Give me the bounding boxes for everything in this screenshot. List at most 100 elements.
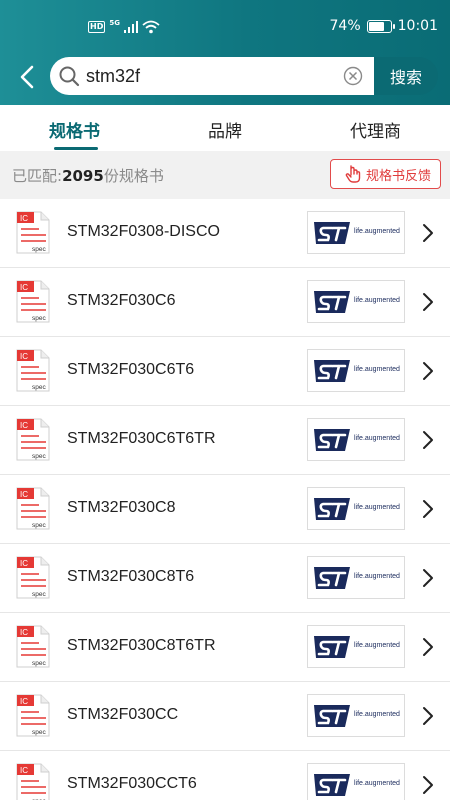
tab-brands[interactable]: 品牌 <box>208 117 242 142</box>
tab-active-indicator <box>54 147 98 150</box>
part-number: STM32F030C6T6 <box>67 361 195 378</box>
part-number: STM32F030C6 <box>67 292 176 309</box>
brand-logo: life.augmented <box>307 763 405 800</box>
brand-logo: life.augmented <box>307 349 405 392</box>
svg-text:spec: spec <box>32 660 46 667</box>
result-row-2[interactable]: IC spec STM32F030C6 life.augmented <box>0 268 450 337</box>
svg-text:spec: spec <box>32 315 46 322</box>
result-row-8[interactable]: IC spec STM32F030CC life.augmented <box>0 682 450 751</box>
search-input[interactable] <box>86 61 336 91</box>
st-logo-icon <box>314 567 350 589</box>
match-prefix: 已匹配: <box>12 167 63 185</box>
match-bar: 已匹配:2095份规格书 规格书反馈 <box>0 151 450 199</box>
result-row-5[interactable]: IC spec STM32F030C8 life.augmented <box>0 475 450 544</box>
search-box <box>50 57 374 95</box>
spec-document-icon: IC spec <box>16 418 50 461</box>
clock: 10:01 <box>397 18 438 34</box>
st-logo-icon <box>314 291 350 313</box>
tab-bar: 规格书 品牌 代理商 <box>0 105 450 151</box>
status-left: HD 5G <box>88 19 160 34</box>
result-list: IC spec STM32F0308-DISCO life.augmented <box>0 199 450 800</box>
result-row-1[interactable]: IC spec STM32F0308-DISCO life.augmented <box>0 199 450 268</box>
spec-document-icon: IC spec <box>16 556 50 599</box>
battery-percent: 74% <box>329 18 361 34</box>
match-summary: 已匹配:2095份规格书 <box>12 165 164 186</box>
brand-logo: life.augmented <box>307 280 405 323</box>
brand-tagline: life.augmented <box>354 228 400 235</box>
battery-icon <box>366 19 395 33</box>
result-row-9[interactable]: IC spec STM32F030CCT6 life.augmented <box>0 751 450 800</box>
chevron-right-icon <box>423 707 433 725</box>
result-row-7[interactable]: IC spec STM32F030C8T6TR life.augmented <box>0 613 450 682</box>
spec-document-icon: IC spec <box>16 625 50 668</box>
part-number: STM32F030C8T6TR <box>67 637 216 654</box>
svg-text:IC: IC <box>20 766 28 775</box>
brand-tagline: life.augmented <box>354 711 400 718</box>
spec-document-icon: IC spec <box>16 694 50 737</box>
spec-feedback-button[interactable]: 规格书反馈 <box>330 159 441 189</box>
svg-text:spec: spec <box>32 591 46 598</box>
status-right: 74% 10:01 <box>330 18 438 34</box>
svg-text:IC: IC <box>20 421 28 430</box>
match-suffix: 份规格书 <box>103 167 164 185</box>
brand-tagline: life.augmented <box>354 435 400 442</box>
svg-text:spec: spec <box>32 384 46 391</box>
back-arrow-icon <box>20 65 34 89</box>
result-row-3[interactable]: IC spec STM32F030C6T6 life.augmented <box>0 337 450 406</box>
hd-badge: HD <box>88 21 106 33</box>
brand-tagline: life.augmented <box>354 366 400 373</box>
chevron-right-icon <box>423 431 433 449</box>
app-root: HD 5G 74% 10:01 stm32f 搜索 规格书 品牌 代理商 已匹配… <box>0 0 450 800</box>
part-number: STM32F030CC <box>67 706 179 723</box>
brand-logo: life.augmented <box>307 211 405 254</box>
brand-tagline: life.augmented <box>354 297 400 304</box>
spec-document-icon: IC spec <box>16 763 50 800</box>
st-logo-icon <box>314 429 350 451</box>
part-number: STM32F030C6T6TR <box>67 430 216 447</box>
result-row-4[interactable]: IC spec STM32F030C6T6TR life.augmented <box>0 406 450 475</box>
brand-tagline: life.augmented <box>354 573 400 580</box>
hand-tap-icon <box>345 165 361 183</box>
svg-text:IC: IC <box>20 490 28 499</box>
svg-text:IC: IC <box>20 628 28 637</box>
spec-document-icon: IC spec <box>16 349 50 392</box>
back-button[interactable] <box>12 60 42 94</box>
chevron-right-icon <box>423 638 433 656</box>
st-logo-icon <box>314 222 350 244</box>
svg-text:IC: IC <box>20 283 28 292</box>
svg-text:IC: IC <box>20 559 28 568</box>
search-icon <box>59 66 80 87</box>
chevron-right-icon <box>423 776 433 794</box>
st-logo-icon <box>314 636 350 658</box>
brand-tagline: life.augmented <box>354 780 400 787</box>
match-count: 2095 <box>62 167 104 185</box>
clear-icon[interactable] <box>343 66 363 86</box>
chevron-right-icon <box>423 362 433 380</box>
svg-text:spec: spec <box>32 522 46 529</box>
status-bar: HD 5G 74% 10:01 <box>0 0 450 56</box>
chevron-right-icon <box>423 224 433 242</box>
signal-icon <box>123 21 138 33</box>
wifi-icon <box>142 20 160 34</box>
header: HD 5G 74% 10:01 stm32f 搜索 <box>0 0 450 105</box>
tab-specs[interactable]: 规格书 <box>49 117 100 142</box>
tab-distributors[interactable]: 代理商 <box>350 117 401 142</box>
brand-tagline: life.augmented <box>354 642 400 649</box>
part-number: STM32F030CCT6 <box>67 775 197 792</box>
svg-text:spec: spec <box>32 246 46 253</box>
spec-document-icon: IC spec <box>16 487 50 530</box>
st-logo-icon <box>314 360 350 382</box>
spec-document-icon: IC spec <box>16 211 50 254</box>
brand-logo: life.augmented <box>307 556 405 599</box>
search-button[interactable]: 搜索 <box>374 57 438 95</box>
network-label: 5G <box>109 19 120 27</box>
spec-document-icon: IC spec <box>16 280 50 323</box>
brand-logo: life.augmented <box>307 418 405 461</box>
svg-text:IC: IC <box>20 352 28 361</box>
result-row-6[interactable]: IC spec STM32F030C8T6 life.augmented <box>0 544 450 613</box>
st-logo-icon <box>314 705 350 727</box>
chevron-right-icon <box>423 293 433 311</box>
svg-text:spec: spec <box>32 453 46 460</box>
svg-text:IC: IC <box>20 214 28 223</box>
st-logo-icon <box>314 498 350 520</box>
